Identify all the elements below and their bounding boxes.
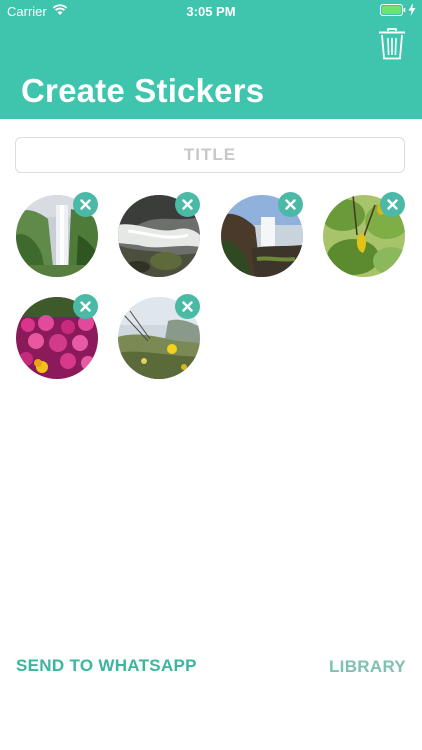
send-to-whatsapp-button[interactable]: SEND TO WHATSAPP [16,656,197,676]
close-icon [285,199,296,210]
trash-icon[interactable] [378,28,406,60]
close-icon [182,301,193,312]
close-icon [387,199,398,210]
remove-sticker-button-6[interactable] [175,294,200,319]
close-icon [80,301,91,312]
close-icon [80,199,91,210]
remove-sticker-button-1[interactable] [73,192,98,217]
remove-sticker-button-3[interactable] [278,192,303,217]
clock: 3:05 PM [186,4,236,19]
status-bar: Carrier 3:05 PM [0,0,422,22]
title-input[interactable] [15,137,405,173]
remove-sticker-button-4[interactable] [380,192,405,217]
page-title: Create Stickers [21,72,265,109]
charging-bolt-icon [408,3,416,16]
remove-sticker-button-5[interactable] [73,294,98,319]
close-icon [182,199,193,210]
header: Carrier 3:05 PM Create Stickers [0,0,422,119]
library-button[interactable]: LIBRARY [329,657,406,677]
battery-icon [380,4,406,16]
remove-sticker-button-2[interactable] [175,192,200,217]
